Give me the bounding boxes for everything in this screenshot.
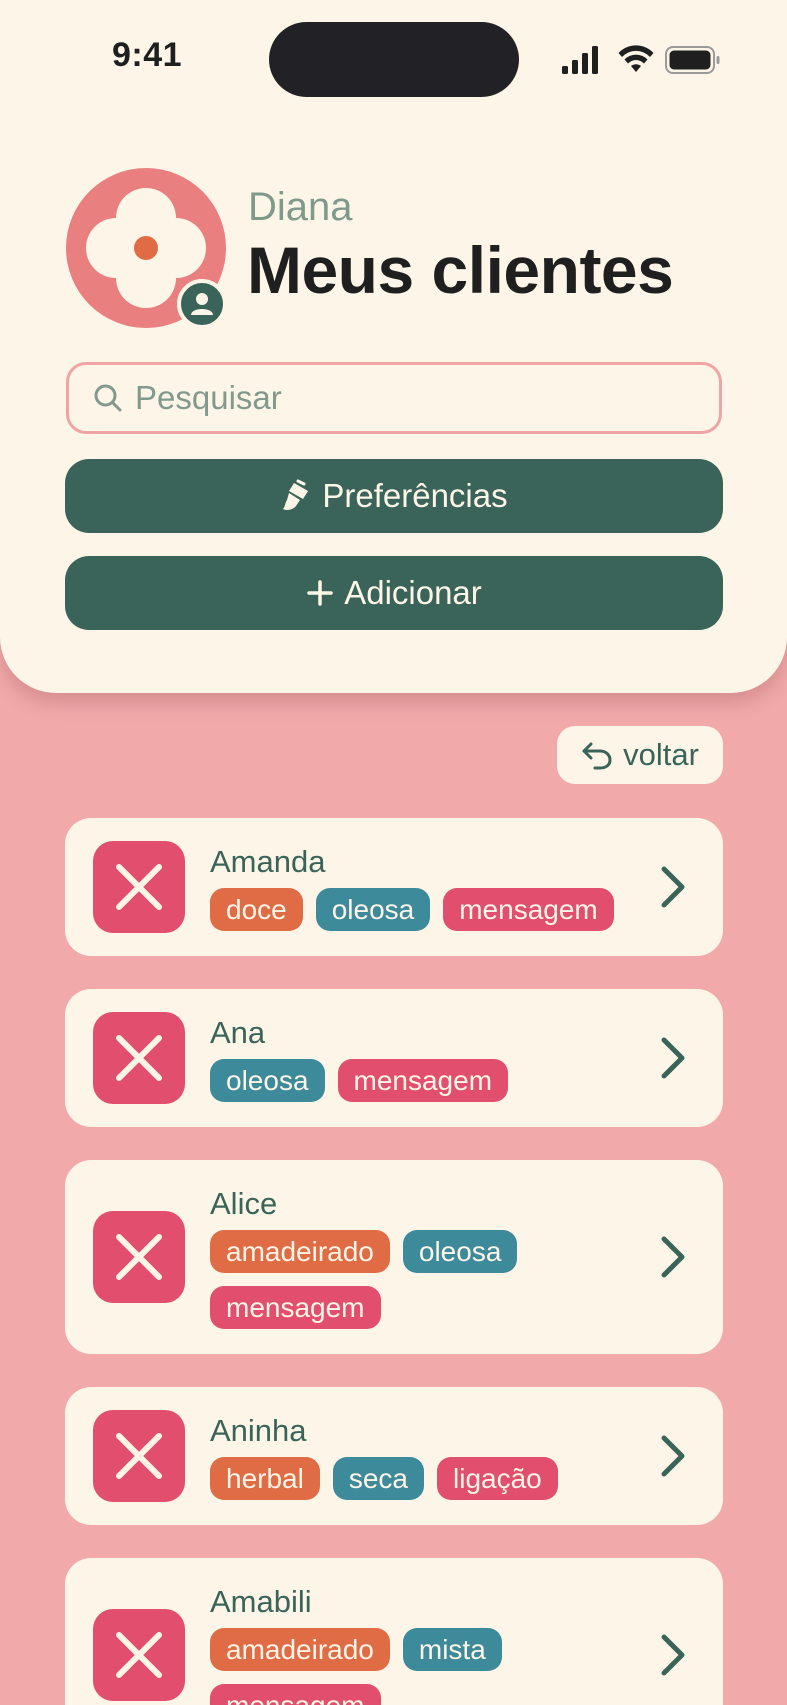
add-label: Adicionar [344, 574, 482, 611]
client-name: Ana [210, 1015, 266, 1050]
close-icon [116, 864, 162, 910]
chevron-right-icon [661, 1037, 685, 1079]
tag-badge: doce [210, 888, 303, 931]
tag-badge: amadeirado [210, 1628, 390, 1671]
remove-client-button[interactable] [93, 1012, 185, 1104]
tag-badge: mensagem [443, 888, 614, 931]
client-tags: doce oleosa mensagem [210, 888, 650, 931]
tag-badge: herbal [210, 1457, 320, 1500]
client-tags: oleosa mensagem [210, 1059, 650, 1102]
client-tags: amadeirado oleosa mensagem [210, 1230, 650, 1329]
close-icon [116, 1234, 162, 1280]
remove-client-button[interactable] [93, 1609, 185, 1701]
client-name: Amabili [210, 1584, 312, 1619]
open-client-button[interactable] [653, 1629, 693, 1681]
client-card[interactable]: Amabili amadeirado mista mensagem [65, 1558, 723, 1705]
status-time: 9:41 [112, 36, 183, 74]
client-name: Amanda [210, 844, 326, 879]
chevron-right-icon [661, 1435, 685, 1477]
chevron-right-icon [661, 1236, 685, 1278]
back-button[interactable]: voltar [557, 726, 723, 784]
tag-badge: mensagem [210, 1684, 381, 1705]
open-client-button[interactable] [653, 1430, 693, 1482]
status-icons [562, 45, 720, 74]
client-tags: amadeirado mista mensagem [210, 1628, 650, 1705]
user-icon [191, 293, 213, 315]
client-card[interactable]: Aninha herbal seca ligação [65, 1387, 723, 1525]
close-icon [116, 1433, 162, 1479]
brush-icon [280, 479, 312, 513]
page-title: Meus clientes [247, 233, 674, 307]
chevron-right-icon [661, 1634, 685, 1676]
wifi-icon [618, 45, 654, 72]
preferences-label: Preferências [322, 477, 508, 514]
tag-badge: amadeirado [210, 1230, 390, 1273]
battery-icon [665, 46, 720, 74]
search-icon [94, 384, 122, 412]
remove-client-button[interactable] [93, 1410, 185, 1502]
tag-badge: oleosa [402, 1230, 518, 1273]
close-icon [116, 1632, 162, 1678]
remove-client-button[interactable] [93, 841, 185, 933]
user-name: Diana [248, 185, 353, 229]
client-tags: herbal seca ligação [210, 1457, 650, 1500]
cellular-signal-icon [562, 46, 598, 74]
open-client-button[interactable] [653, 1231, 693, 1283]
client-name: Alice [210, 1186, 278, 1221]
plus-icon [306, 579, 334, 607]
add-client-button[interactable]: Adicionar [65, 556, 723, 630]
tag-badge: ligação [437, 1457, 558, 1500]
open-client-button[interactable] [653, 861, 693, 913]
header-card: 9:41 Diana Meus clientes Pesquisar Prefe… [0, 0, 787, 693]
back-label: voltar [623, 737, 699, 772]
client-name: Aninha [210, 1413, 307, 1448]
preferences-button[interactable]: Preferências [65, 459, 723, 533]
client-card[interactable]: Amanda doce oleosa mensagem [65, 818, 723, 956]
search-input[interactable] [135, 379, 695, 417]
client-card[interactable]: Ana oleosa mensagem [65, 989, 723, 1127]
tag-badge: oleosa [210, 1059, 325, 1102]
avatar-badge[interactable] [177, 279, 227, 329]
close-icon [116, 1035, 162, 1081]
tag-badge: oleosa [315, 888, 431, 931]
tag-badge: seca [332, 1457, 424, 1500]
search-box[interactable] [66, 362, 722, 434]
app-screen: 9:41 Diana Meus clientes Pesquisar Prefe… [0, 0, 787, 1705]
tag-badge: mista [402, 1628, 502, 1671]
tag-badge: mensagem [337, 1059, 509, 1102]
open-client-button[interactable] [653, 1032, 693, 1084]
dynamic-island [269, 22, 519, 97]
tag-badge: mensagem [210, 1286, 381, 1329]
remove-client-button[interactable] [93, 1211, 185, 1303]
undo-arrow-icon [582, 742, 612, 770]
client-card[interactable]: Alice amadeirado oleosa mensagem [65, 1160, 723, 1354]
chevron-right-icon [661, 866, 685, 908]
